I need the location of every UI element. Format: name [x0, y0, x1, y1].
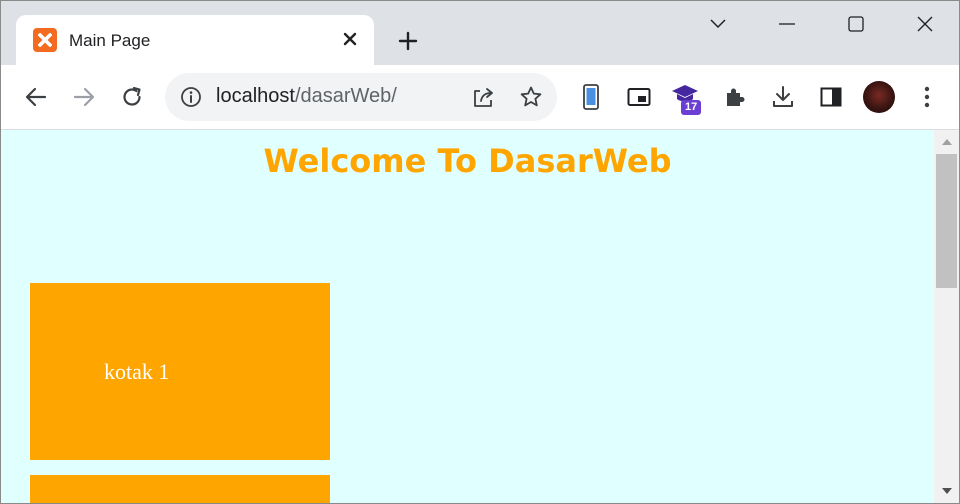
new-tab-button[interactable] [393, 27, 423, 55]
tab-close-button[interactable] [338, 27, 362, 51]
url-text[interactable]: localhost/dasarWeb/ [216, 85, 397, 108]
vertical-scrollbar[interactable] [934, 130, 959, 503]
browser-window: Main Page localhost/dasarWeb/ 17 Welcome… [0, 0, 960, 504]
scroll-thumb[interactable] [936, 154, 957, 288]
toolbar: localhost/dasarWeb/ 17 [1, 65, 959, 130]
picture-in-picture-icon[interactable] [623, 81, 655, 113]
extension-graduation-icon[interactable]: 17 [671, 81, 703, 115]
url-path: /dasarWeb/ [294, 85, 397, 107]
box-label: kotak 1 [104, 359, 170, 384]
side-panel-icon[interactable] [815, 81, 847, 113]
minimize-button[interactable] [764, 9, 810, 39]
menu-kebab-icon[interactable] [911, 81, 943, 113]
address-bar[interactable]: localhost/dasarWeb/ [165, 73, 557, 121]
tab-main-page[interactable]: Main Page [16, 15, 374, 65]
xampp-icon [33, 28, 57, 52]
back-button[interactable] [20, 81, 52, 113]
scroll-up-arrow-icon[interactable] [934, 132, 959, 152]
tab-search-button[interactable] [695, 9, 741, 39]
device-mobile-icon[interactable] [575, 81, 607, 113]
download-icon[interactable] [767, 81, 799, 113]
maximize-button[interactable] [833, 9, 879, 39]
box-kotak-1: kotak 1 [30, 283, 330, 460]
forward-button[interactable] [68, 81, 100, 113]
reload-button[interactable] [116, 81, 148, 113]
extension-badge: 17 [681, 100, 702, 115]
tab-strip: Main Page [1, 1, 959, 65]
url-host: localhost [216, 85, 295, 107]
extensions-puzzle-icon[interactable] [719, 81, 751, 113]
scroll-down-arrow-icon[interactable] [934, 481, 959, 501]
tab-title: Main Page [69, 31, 151, 50]
page-title: Welcome To DasarWeb [263, 142, 672, 180]
site-info-icon[interactable] [179, 85, 203, 109]
box-kotak-2 [30, 475, 330, 503]
page-content: Welcome To DasarWeb kotak 1 [1, 130, 934, 503]
bookmark-star-icon[interactable] [515, 81, 547, 113]
profile-avatar[interactable] [863, 81, 895, 113]
share-icon[interactable] [467, 81, 499, 113]
close-window-button[interactable] [902, 9, 948, 39]
